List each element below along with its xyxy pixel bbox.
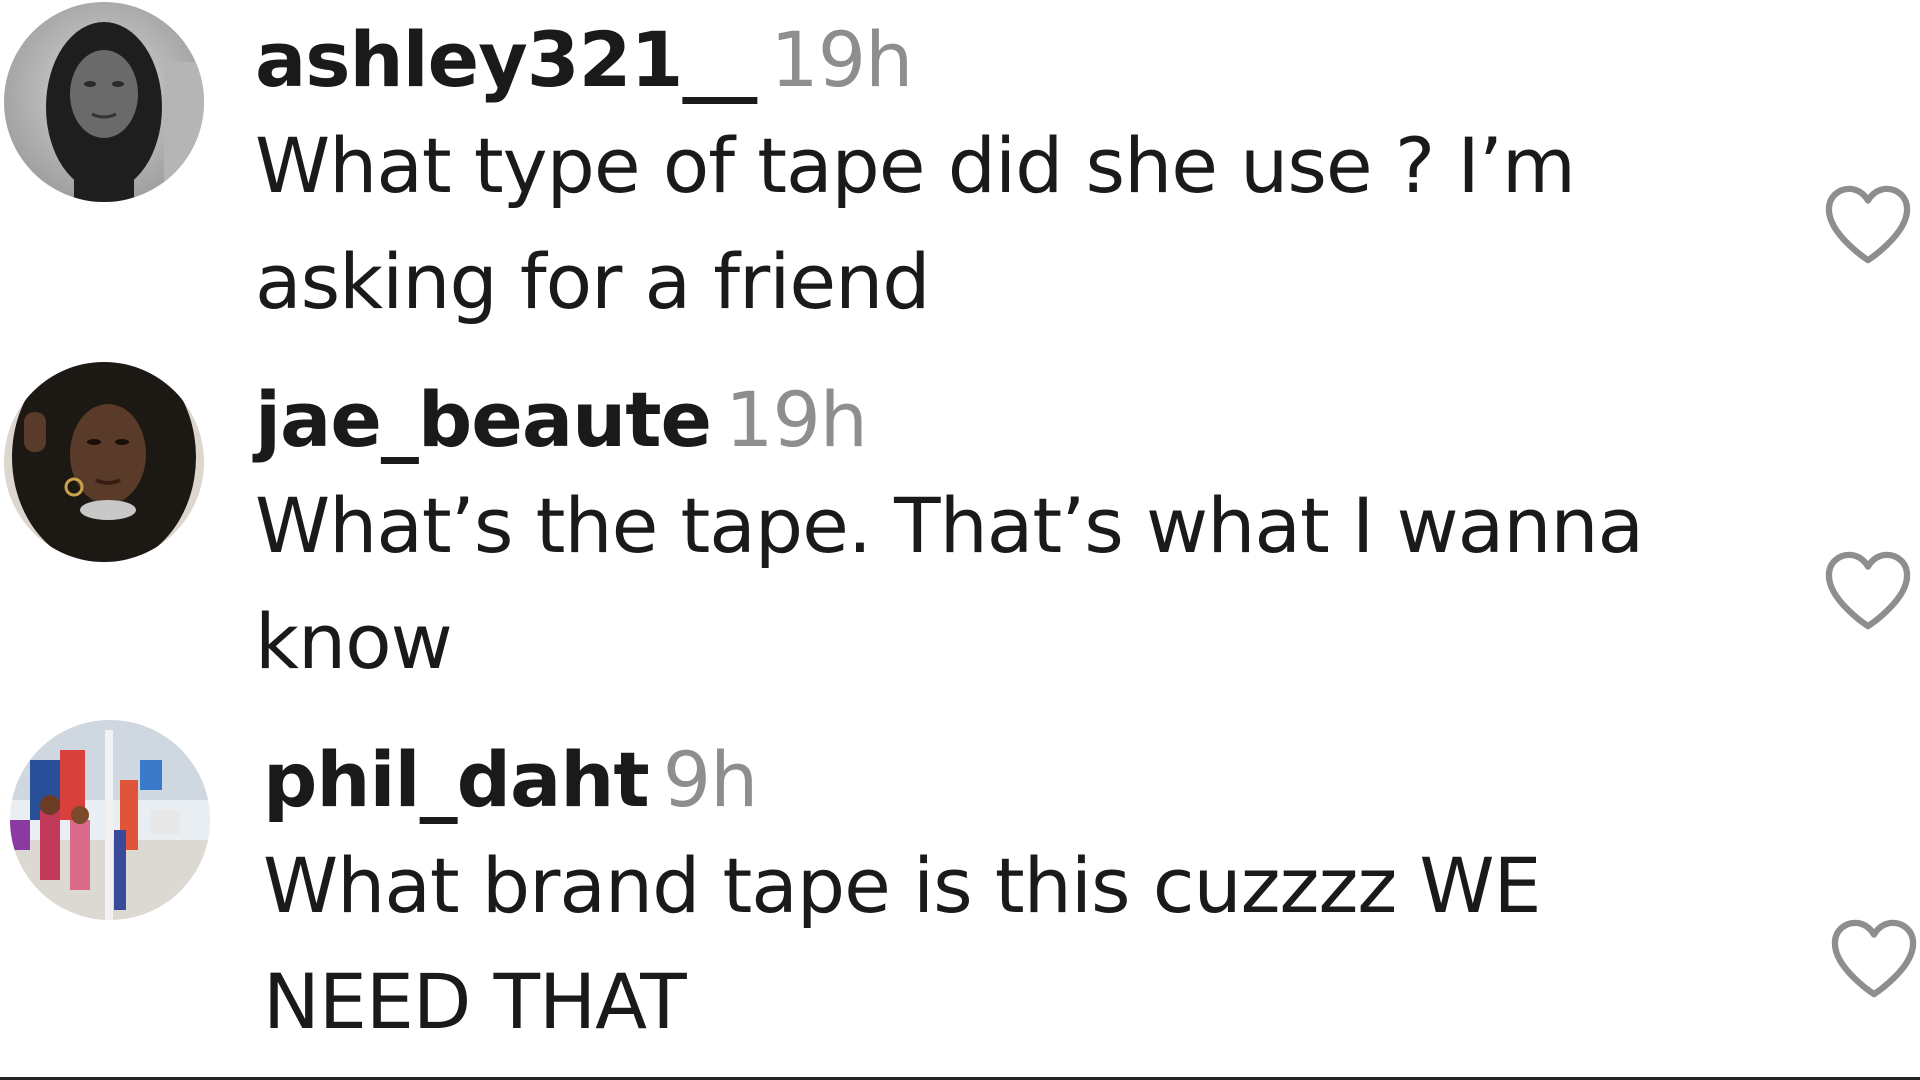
heart-outline-icon xyxy=(1825,185,1911,264)
comment-meta: phil_daht 9h xyxy=(263,732,1743,828)
comment-meta: jae_beaute 19h xyxy=(255,372,1735,468)
avatar[interactable] xyxy=(4,362,204,562)
avatar[interactable] xyxy=(4,2,204,202)
comment-username[interactable]: phil_daht xyxy=(263,735,650,824)
comment-timestamp[interactable]: 19h xyxy=(770,15,913,104)
avatar-carnival-photo xyxy=(10,720,210,920)
comment-text: What type of tape did she use ? I’m aski… xyxy=(255,121,1576,326)
comment-timestamp[interactable]: 19h xyxy=(725,375,868,464)
comment-meta: ashley321__ 19h xyxy=(255,12,1735,108)
comment-timestamp[interactable]: 9h xyxy=(663,735,759,824)
comment-text: What brand tape is this cuzzzz WE NEED T… xyxy=(263,841,1542,1046)
comment-item: jae_beaute 19h What’s the tape. That’s wh… xyxy=(0,360,1920,720)
like-button[interactable] xyxy=(1820,182,1920,272)
comment-item: ashley321__ 19h What type of tape did she… xyxy=(0,0,1920,360)
comment-item: phil_daht 9h What brand tape is this cuzz… xyxy=(0,720,1920,1080)
comment-body: phil_daht 9h What brand tape is this cuzz… xyxy=(263,732,1743,1060)
comment-username[interactable]: jae_beaute xyxy=(255,375,712,464)
comment-list: ashley321__ 19h What type of tape did she… xyxy=(0,0,1920,1080)
comment-username[interactable]: ashley321__ xyxy=(255,15,757,104)
like-button[interactable] xyxy=(1820,548,1920,638)
avatar-portrait xyxy=(4,362,204,562)
comment-text: What’s the tape. That’s what I wanna kno… xyxy=(255,481,1644,686)
avatar[interactable] xyxy=(10,720,210,920)
like-button[interactable] xyxy=(1826,916,1920,1006)
comment-body: ashley321__ 19h What type of tape did she… xyxy=(255,12,1735,340)
avatar-grayscale-portrait xyxy=(4,2,204,202)
heart-outline-icon xyxy=(1825,551,1911,630)
comment-body: jae_beaute 19h What’s the tape. That’s wh… xyxy=(255,372,1735,700)
heart-outline-icon xyxy=(1831,919,1917,998)
